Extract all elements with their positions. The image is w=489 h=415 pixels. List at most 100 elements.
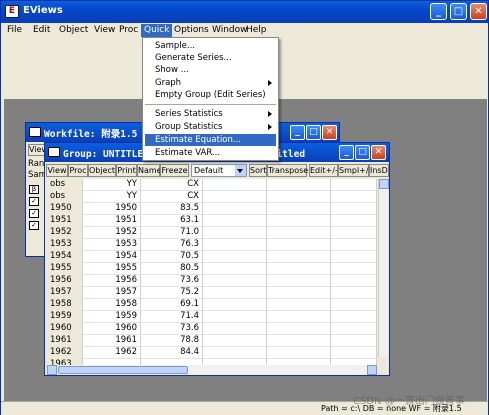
menu-edit[interactable]: Edit: [30, 24, 53, 37]
workfile-maximize-button[interactable]: □: [306, 125, 321, 140]
smpl-toggle-button[interactable]: Smpl+/-: [338, 164, 371, 177]
cx-cell[interactable]: 84.4: [141, 347, 203, 359]
empty-cell[interactable]: [331, 287, 377, 299]
empty-cell[interactable]: [267, 239, 331, 251]
menu-help[interactable]: Help: [243, 24, 270, 37]
empty-cell[interactable]: [267, 347, 331, 359]
cx-cell[interactable]: 71.4: [141, 311, 203, 323]
yy-cell[interactable]: 1958: [83, 299, 141, 311]
empty-cell[interactable]: [203, 227, 267, 239]
yy-cell[interactable]: 1961: [83, 335, 141, 347]
empty-cell[interactable]: [267, 335, 331, 347]
empty-cell[interactable]: [331, 215, 377, 227]
menu-object[interactable]: Object: [56, 24, 91, 37]
menu-proc[interactable]: Proc: [116, 24, 141, 37]
empty-cell[interactable]: [267, 179, 331, 191]
group-name-button[interactable]: Name: [137, 164, 162, 177]
menu-item-graph[interactable]: Graph: [145, 77, 276, 89]
menu-item-generate-series[interactable]: Generate Series...: [145, 52, 276, 64]
cx-cell[interactable]: 71.0: [141, 227, 203, 239]
menu-item-show[interactable]: Show ...: [145, 64, 276, 76]
empty-cell[interactable]: [203, 347, 267, 359]
group-close-button[interactable]: ✕: [371, 145, 386, 160]
empty-cell[interactable]: [331, 263, 377, 275]
group-print-button[interactable]: Print: [116, 164, 137, 177]
close-button[interactable]: ✕: [470, 3, 487, 20]
workfile-minimize-button[interactable]: _: [290, 125, 305, 140]
empty-cell[interactable]: [267, 227, 331, 239]
cx-cell[interactable]: 78.8: [141, 335, 203, 347]
empty-cell[interactable]: [331, 347, 377, 359]
yy-cell[interactable]: 1962: [83, 347, 141, 359]
empty-cell[interactable]: [203, 191, 267, 203]
empty-cell[interactable]: [331, 203, 377, 215]
empty-cell[interactable]: [267, 191, 331, 203]
spreadsheet-grid[interactable]: obs YY CX obs YY CX 1950 1950 83.5 1951 1951…: [47, 179, 377, 365]
group-view-button[interactable]: View: [46, 164, 68, 177]
empty-cell[interactable]: [331, 275, 377, 287]
horizontal-scrollbar[interactable]: [47, 365, 377, 375]
cx-cell[interactable]: 69.1: [141, 299, 203, 311]
edit-toggle-button[interactable]: Edit+/-: [309, 164, 338, 177]
empty-cell[interactable]: [267, 251, 331, 263]
empty-cell[interactable]: [267, 287, 331, 299]
yy-cell[interactable]: 1953: [83, 239, 141, 251]
yy-cell[interactable]: 1954: [83, 251, 141, 263]
insdel-button[interactable]: InsDel: [369, 164, 389, 177]
group-maximize-button[interactable]: □: [355, 145, 370, 160]
subheader-yy[interactable]: YY: [83, 191, 141, 203]
yy-cell[interactable]: 1951: [83, 215, 141, 227]
minimize-button[interactable]: _: [430, 3, 447, 20]
empty-cell[interactable]: [267, 263, 331, 275]
group-minimize-button[interactable]: _: [339, 145, 354, 160]
menu-view[interactable]: View: [91, 24, 118, 37]
empty-cell[interactable]: [267, 323, 331, 335]
yy-cell[interactable]: 1950: [83, 203, 141, 215]
scroll-left-icon[interactable]: [47, 365, 57, 375]
transpose-button[interactable]: Transpose: [267, 164, 308, 177]
cx-cell[interactable]: 70.5: [141, 251, 203, 263]
empty-cell[interactable]: [331, 299, 377, 311]
yy-cell[interactable]: 1952: [83, 227, 141, 239]
header-cx[interactable]: CX: [141, 179, 203, 191]
empty-cell[interactable]: [331, 227, 377, 239]
empty-cell[interactable]: [203, 299, 267, 311]
empty-cell[interactable]: [203, 215, 267, 227]
vertical-scrollbar[interactable]: [378, 179, 389, 357]
yy-cell[interactable]: 1959: [83, 311, 141, 323]
menu-item-series-statistics[interactable]: Series Statistics: [145, 108, 276, 120]
cx-cell[interactable]: 75.2: [141, 287, 203, 299]
empty-cell[interactable]: [267, 299, 331, 311]
empty-cell[interactable]: [203, 263, 267, 275]
cx-cell[interactable]: 73.6: [141, 275, 203, 287]
empty-cell[interactable]: [331, 335, 377, 347]
beta-icon[interactable]: β: [29, 185, 39, 194]
menu-item-sample[interactable]: Sample...: [145, 40, 276, 52]
series-icon[interactable]: ✓: [29, 221, 39, 230]
menu-options[interactable]: Options: [171, 24, 212, 37]
cx-cell[interactable]: 73.6: [141, 323, 203, 335]
cx-cell[interactable]: 63.1: [141, 215, 203, 227]
group-proc-button[interactable]: Proc: [68, 164, 88, 177]
menu-item-group-statistics[interactable]: Group Statistics: [145, 121, 276, 133]
cx-cell[interactable]: 83.5: [141, 203, 203, 215]
empty-cell[interactable]: [331, 179, 377, 191]
empty-cell[interactable]: [331, 239, 377, 251]
empty-cell[interactable]: [203, 335, 267, 347]
empty-cell[interactable]: [331, 191, 377, 203]
yy-cell[interactable]: 1957: [83, 287, 141, 299]
chevron-down-icon[interactable]: [235, 165, 246, 176]
empty-cell[interactable]: [203, 251, 267, 263]
menu-quick[interactable]: Quick: [141, 24, 173, 37]
empty-cell[interactable]: [267, 275, 331, 287]
group-freeze-button[interactable]: Freeze: [160, 164, 189, 177]
empty-cell[interactable]: [203, 287, 267, 299]
empty-cell[interactable]: [267, 215, 331, 227]
series-icon[interactable]: ✓: [29, 197, 39, 206]
yy-cell[interactable]: 1956: [83, 275, 141, 287]
empty-cell[interactable]: [203, 203, 267, 215]
empty-cell[interactable]: [203, 239, 267, 251]
empty-cell[interactable]: [203, 179, 267, 191]
sort-button[interactable]: Sort: [249, 164, 267, 177]
subheader-cx[interactable]: CX: [141, 191, 203, 203]
